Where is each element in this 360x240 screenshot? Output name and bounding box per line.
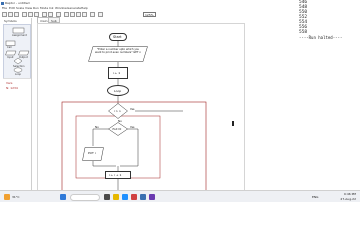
- start-label: Start: [113, 34, 122, 39]
- save-icon[interactable]: [14, 12, 19, 17]
- weather-temp: 31°C: [12, 194, 20, 199]
- app-icon-red[interactable]: [131, 194, 137, 200]
- init-assignment-text: i ← 1: [113, 71, 121, 75]
- app-icon-purple[interactable]: [149, 194, 155, 200]
- input-prompt-text: "Enter a number upto which you want to p…: [95, 48, 141, 55]
- variable-n: N: 1234: [6, 86, 18, 90]
- weather-icon[interactable]: [4, 194, 10, 200]
- copy-icon[interactable]: [28, 12, 33, 17]
- palette-label-selection: Selection: [13, 64, 25, 68]
- file-explorer-icon[interactable]: [113, 194, 119, 200]
- toolbar: 125%: [0, 11, 180, 18]
- task-view-icon[interactable]: [104, 194, 110, 200]
- palette-label-input: Input: [7, 55, 14, 59]
- raptor-taskbar-icon[interactable]: [140, 194, 146, 200]
- palette-label-output: Output: [19, 55, 28, 59]
- reset-icon[interactable]: [90, 12, 95, 17]
- variables-panel: Vars N: 1234: [3, 78, 31, 208]
- palette-shapes: [5, 27, 30, 73]
- flowchart-canvas[interactable]: Start "Enter a number upto which you wan…: [37, 23, 245, 191]
- mouse-cursor-icon: [232, 121, 234, 126]
- call-shape-icon[interactable]: [5, 40, 16, 46]
- loop-yes-label: Yes: [130, 107, 135, 111]
- palette-label-assignment: Assignment: [12, 33, 27, 37]
- raptor-app-icon: [1, 1, 4, 5]
- new-icon[interactable]: [2, 12, 7, 17]
- loop-label: Loop: [114, 88, 122, 93]
- system-clock[interactable]: 9:46 PM 27-Aug-22: [340, 192, 356, 201]
- windows-taskbar: 31°C ENG 9:46 PM 27-Aug-22: [0, 190, 360, 202]
- stop-icon[interactable]: [82, 12, 87, 17]
- palette-header: Symbols: [4, 19, 17, 23]
- loop-condition-text: i > n: [114, 109, 121, 113]
- taskbar-search[interactable]: [70, 193, 100, 201]
- clock-date: 27-Aug-22: [340, 196, 356, 201]
- symbol-palette-panel: Symbols Assignment Call Input Output Sel…: [0, 18, 32, 208]
- step-icon[interactable]: [76, 12, 81, 17]
- zoom-select[interactable]: 125%: [143, 12, 156, 17]
- pause-icon[interactable]: [70, 12, 75, 17]
- selection-condition-text: i%2=0: [112, 127, 122, 131]
- raptor-window: Raptor - untitled File Edit Scale View R…: [0, 0, 360, 208]
- speed-slider[interactable]: [98, 12, 103, 17]
- assignment-shape-icon[interactable]: [12, 27, 25, 34]
- run-halted-message: ----Run halted----: [299, 35, 343, 40]
- branch-yes-label: Yes: [130, 125, 135, 129]
- input-shape-icon[interactable]: [5, 50, 17, 56]
- play-icon[interactable]: [64, 12, 69, 17]
- console-output-panel: 546 548 550 552 554 556 558 ----Run halt…: [296, 0, 360, 190]
- open-icon[interactable]: [8, 12, 13, 17]
- edge-browser-icon[interactable]: [122, 194, 128, 200]
- selection-shape-icon[interactable]: [13, 57, 23, 65]
- branch-no-label: No: [95, 125, 99, 129]
- output-text: PUT i: [88, 151, 96, 155]
- language-indicator[interactable]: ENG: [312, 195, 318, 199]
- start-menu-icon[interactable]: [60, 194, 66, 200]
- palette-label-call: Call: [7, 46, 12, 49]
- increment-text: i ← i + 1: [109, 173, 122, 177]
- cut-icon[interactable]: [22, 12, 27, 17]
- output-shape-icon[interactable]: [18, 50, 30, 56]
- vars-header: Vars: [6, 81, 13, 85]
- palette-label-loop: Loop: [15, 72, 21, 76]
